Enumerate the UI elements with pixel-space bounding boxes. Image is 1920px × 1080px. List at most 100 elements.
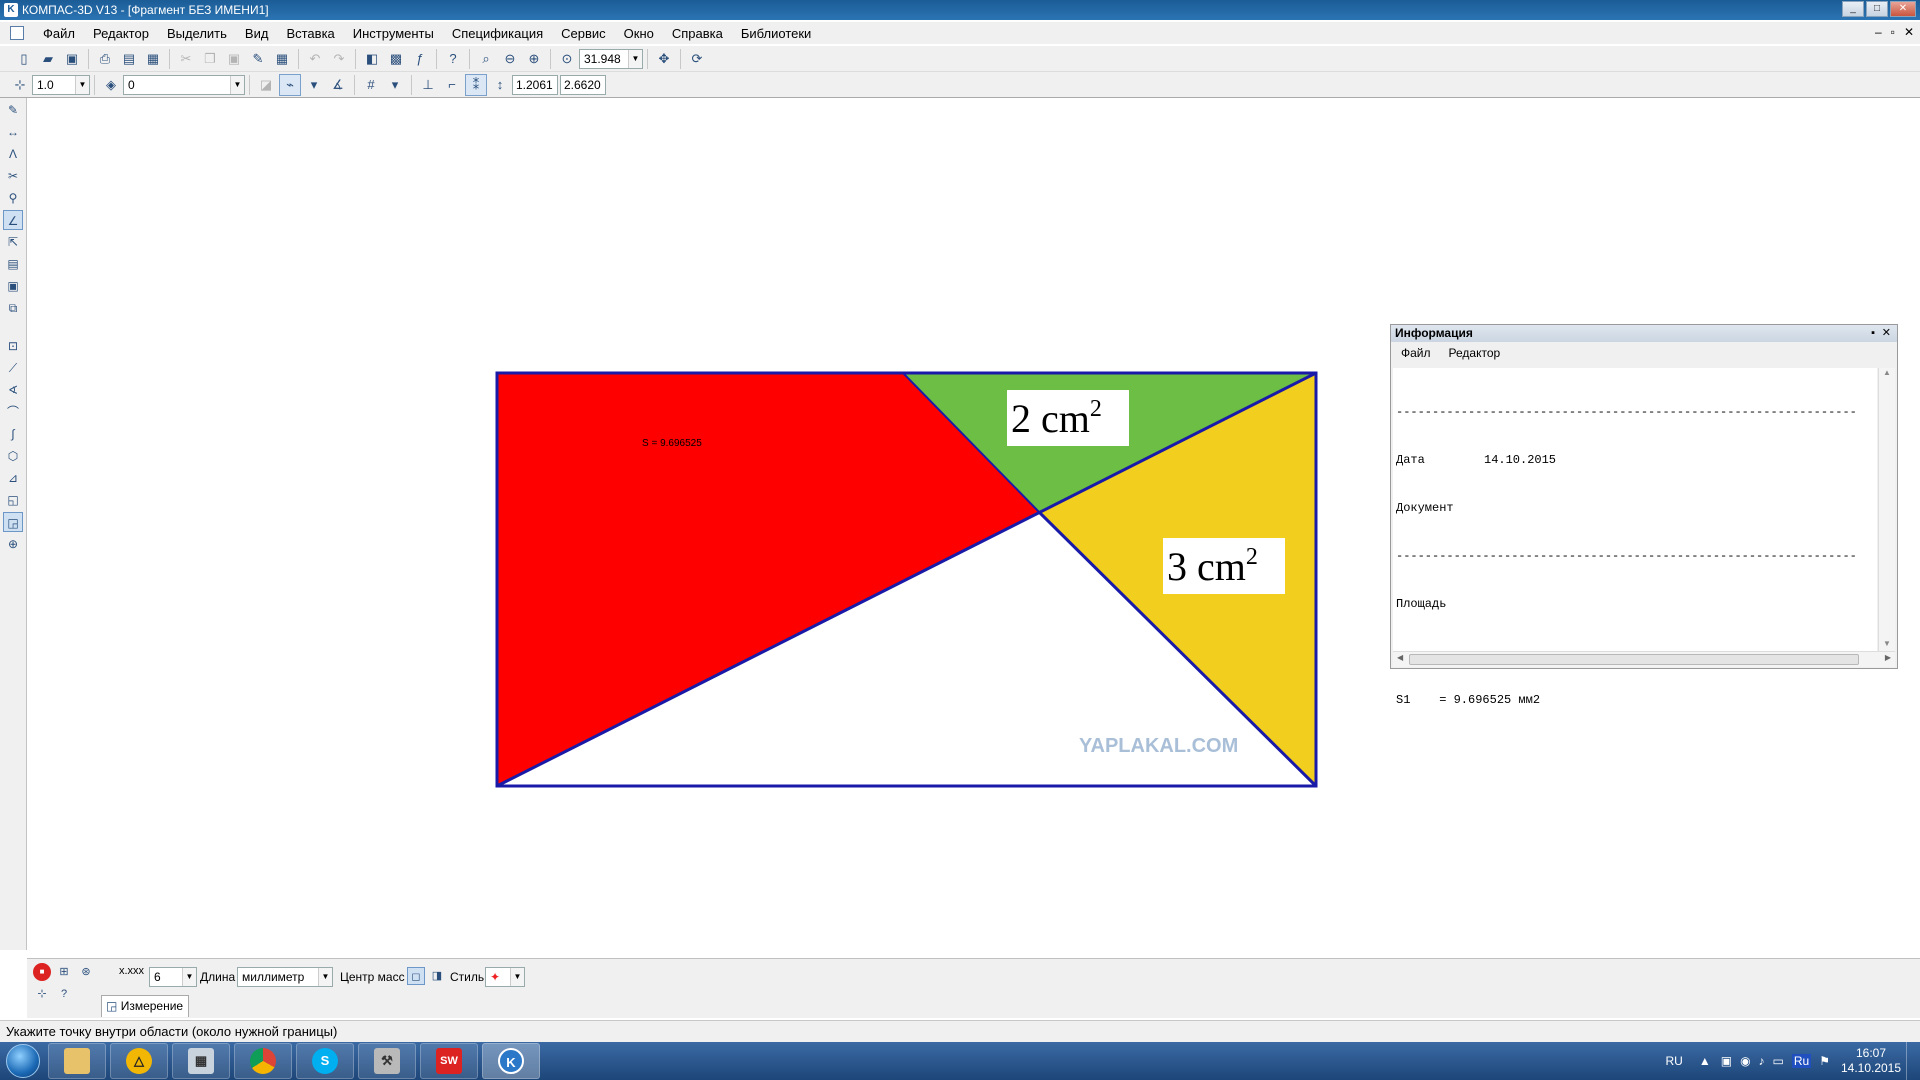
coord-x-field[interactable]: 1.2061 — [512, 74, 558, 95]
snap-to-grid-icon[interactable]: ⊹ — [33, 985, 51, 1003]
area-icon[interactable]: ◱ — [3, 490, 23, 510]
menu-libraries[interactable]: Библиотеки — [732, 26, 820, 41]
insert-icon[interactable]: ⧉ — [3, 298, 23, 318]
zoom-combo[interactable]: 31.948 ▼ — [579, 48, 643, 69]
tab-measure[interactable]: ◲ Измерение — [101, 995, 189, 1017]
doc-restore-button[interactable]: ▫ — [1891, 25, 1895, 39]
info-menu-editor[interactable]: Редактор — [1449, 342, 1501, 364]
doc-close-button[interactable]: ✕ — [1904, 25, 1914, 39]
manager-icon[interactable]: ◧ — [361, 48, 383, 70]
table-icon[interactable]: ▦ — [271, 48, 293, 70]
unit-combo[interactable]: миллиметр ▼ — [237, 967, 333, 987]
curve-length-icon[interactable]: ∫ — [3, 424, 23, 444]
dimensions-icon[interactable]: ↔ — [3, 122, 23, 142]
maximize-button[interactable]: □ — [1866, 1, 1888, 17]
pan-icon[interactable]: ✥ — [653, 48, 675, 70]
taskbar-calculator[interactable]: ▦ — [172, 1043, 230, 1079]
start-button[interactable] — [0, 1042, 46, 1080]
angle-icon[interactable]: ∢ — [3, 380, 23, 400]
style-combo[interactable]: ✦ ▼ — [485, 967, 525, 987]
properties-icon[interactable]: ◪ — [255, 74, 277, 96]
menu-specification[interactable]: Спецификация — [443, 26, 552, 41]
drawing-canvas[interactable]: 2 cm2 3 cm2 S = 9.696525 YAPLAKAL.COM Ин… — [27, 98, 1920, 950]
display-icon[interactable]: ▭ — [1773, 1054, 1784, 1068]
select-icon[interactable]: ⇱ — [3, 232, 23, 252]
open-file-icon[interactable]: ▰ — [37, 48, 59, 70]
distance-icon[interactable]: ⟋ — [3, 358, 23, 378]
scroll-left-icon[interactable]: ◀ — [1397, 653, 1403, 662]
point-coords-icon[interactable]: ⊡ — [3, 336, 23, 356]
keyboard-layout-indicator[interactable]: Ru — [1791, 1054, 1812, 1068]
menu-window[interactable]: Окно — [615, 26, 663, 41]
auto-object-icon[interactable]: ⊛ — [77, 963, 95, 981]
menu-view[interactable]: Вид — [236, 26, 278, 41]
scroll-right-icon[interactable]: ▶ — [1885, 653, 1891, 662]
center-mass-off-icon[interactable]: ◻ — [407, 967, 425, 985]
new-object-icon[interactable]: ⊞ — [55, 963, 73, 981]
taskbar-kompas[interactable]: K — [482, 1043, 540, 1079]
length-icon[interactable]: ⌒ — [3, 402, 23, 422]
taskbar-app-tool[interactable]: ⚒ — [358, 1043, 416, 1079]
show-hidden-icons-icon[interactable]: ▲ — [1699, 1054, 1711, 1068]
close-icon[interactable]: ✕ — [1882, 325, 1891, 342]
taskbar-app-triangle[interactable]: △ — [110, 1043, 168, 1079]
zoom-out-icon[interactable]: ⊖ — [499, 48, 521, 70]
precision-combo[interactable]: 6 ▼ — [149, 967, 197, 987]
document-icon[interactable] — [10, 26, 24, 40]
zoom-window-icon[interactable]: ⌕ — [475, 48, 497, 70]
stop-icon[interactable]: ■ — [33, 963, 51, 981]
menu-service[interactable]: Сервис — [552, 26, 615, 41]
edit-icon[interactable]: ✂ — [3, 166, 23, 186]
menu-editor[interactable]: Редактор — [84, 26, 158, 41]
parametrization-icon[interactable]: ⚲ — [3, 188, 23, 208]
new-file-icon[interactable]: ▯ — [13, 48, 35, 70]
reports-icon[interactable]: ▣ — [3, 276, 23, 296]
print-icon[interactable]: ⎙ — [94, 48, 116, 70]
center-mass-on-icon[interactable]: ◨ — [428, 967, 446, 985]
refresh-icon[interactable]: ⟳ — [686, 48, 708, 70]
local-cs-icon[interactable]: ⊥ — [417, 74, 439, 96]
scale-combo[interactable]: 1.0 ▼ — [32, 74, 90, 95]
chevron-down-icon[interactable]: ▼ — [510, 968, 524, 986]
scale-icon[interactable]: ⊹ — [9, 74, 31, 96]
network-icon[interactable]: ◉ — [1740, 1054, 1750, 1068]
menu-file[interactable]: Файл — [34, 26, 84, 41]
horizontal-scrollbar[interactable]: ◀ ▶ — [1393, 651, 1895, 667]
taskbar-explorer[interactable] — [48, 1043, 106, 1079]
coord-y-field[interactable]: 2.6620 — [560, 74, 606, 95]
chevron-down-icon[interactable]: ▼ — [230, 75, 244, 94]
action-center-flag-icon[interactable]: ⚑ — [1819, 1054, 1830, 1068]
page-setup-icon[interactable]: ▦ — [142, 48, 164, 70]
chevron-down-icon[interactable]: ▼ — [628, 49, 642, 68]
close-button[interactable]: ✕ — [1890, 1, 1916, 17]
parametric-icon[interactable]: ⁑ — [465, 73, 487, 96]
undo-icon[interactable]: ↶ — [304, 48, 326, 70]
format-brush-icon[interactable]: ✎ — [247, 48, 269, 70]
mcc-icon[interactable]: ⊿ — [3, 468, 23, 488]
chevron-down-icon[interactable]: ▼ — [75, 75, 89, 94]
menu-select[interactable]: Выделить — [158, 26, 236, 41]
grid-dropdown-icon[interactable]: ▾ — [384, 74, 406, 96]
minimize-button[interactable]: _ — [1842, 1, 1864, 17]
grid-icon[interactable]: # — [360, 74, 382, 96]
pin-icon[interactable]: ▪ — [1871, 325, 1875, 342]
taskbar-chrome[interactable] — [234, 1043, 292, 1079]
library-icon[interactable]: ▩ — [385, 48, 407, 70]
redo-icon[interactable]: ↷ — [328, 48, 350, 70]
vertical-scrollbar[interactable]: ▲ ▼ — [1878, 368, 1895, 652]
snap-icon[interactable]: ⌁ — [279, 73, 301, 96]
taskbar-solidworks[interactable]: SW — [420, 1043, 478, 1079]
volume-icon[interactable]: ♪ — [1759, 1054, 1765, 1068]
scroll-thumb[interactable] — [1409, 654, 1859, 665]
variables-icon[interactable]: ƒ — [409, 48, 431, 70]
menu-insert[interactable]: Вставка — [277, 26, 343, 41]
menu-help[interactable]: Справка — [663, 26, 732, 41]
layer-combo[interactable]: 0 ▼ — [123, 74, 245, 95]
show-desktop-button[interactable] — [1906, 1042, 1920, 1080]
cut-icon[interactable]: ✂ — [175, 48, 197, 70]
measure-icon[interactable]: ∠ — [3, 210, 23, 230]
zoom-in-icon[interactable]: ⊕ — [523, 48, 545, 70]
perimeter-icon[interactable]: ⬡ — [3, 446, 23, 466]
ortho-icon[interactable]: ⌐ — [441, 74, 463, 96]
doc-minimize-button[interactable]: – — [1875, 25, 1882, 39]
